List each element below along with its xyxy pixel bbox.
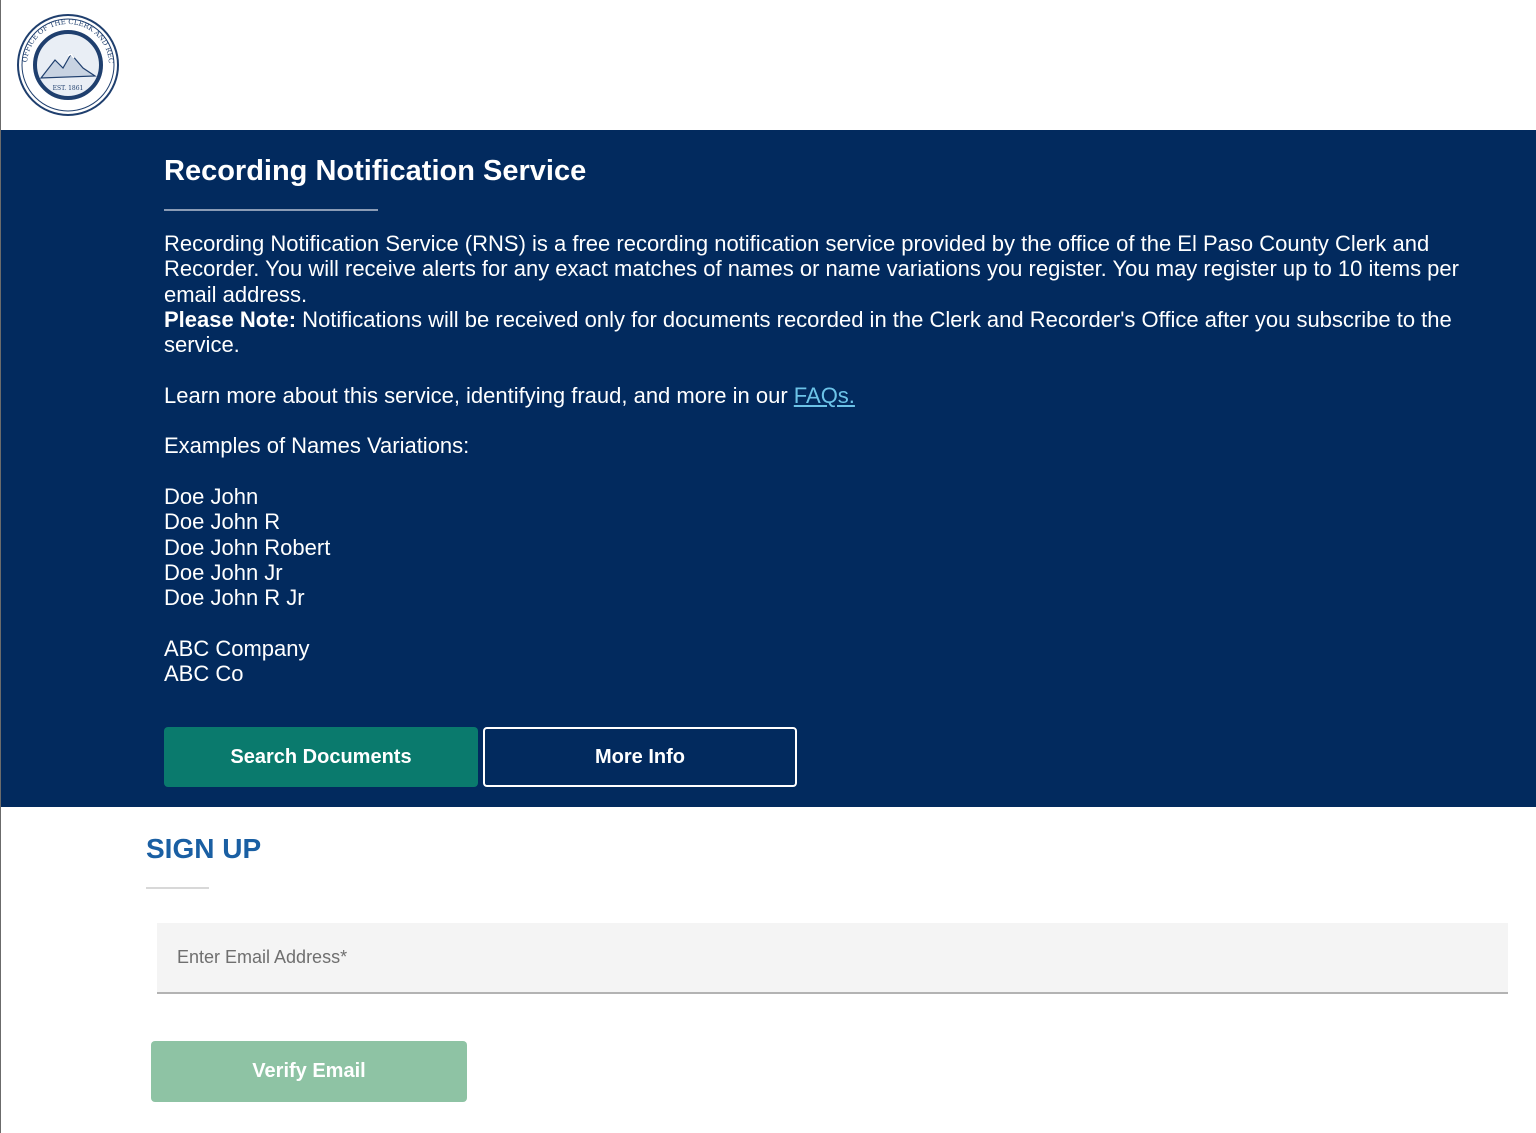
- company-example: ABC Co: [164, 661, 244, 687]
- title-divider: [164, 209, 378, 211]
- note-label: Please Note:: [164, 306, 297, 332]
- company-example: ABC Company: [164, 635, 310, 661]
- note-paragraph: Please Note: Notifications will be recei…: [164, 307, 1494, 358]
- hero-section: Recording Notification Service Recording…: [1, 130, 1536, 807]
- name-example: Doe John R: [164, 509, 281, 535]
- examples-heading: Examples of Names Variations:: [164, 433, 470, 459]
- signup-title: SIGN UP: [146, 833, 262, 864]
- faq-link[interactable]: FAQs.: [794, 383, 855, 408]
- header: OFFICE OF THE CLERK AND RECORDER EST. 18…: [1, 0, 1536, 130]
- name-example: Doe John Robert: [164, 534, 331, 560]
- hero-description: Recording Notification Service (RNS) is …: [164, 231, 1494, 686]
- name-example: Doe John R Jr: [164, 585, 305, 611]
- learn-more-text: Learn more about this service, identifyi…: [164, 382, 794, 408]
- search-documents-button[interactable]: Search Documents: [164, 727, 478, 787]
- name-example: Doe John: [164, 483, 259, 509]
- page: OFFICE OF THE CLERK AND RECORDER EST. 18…: [0, 0, 1536, 1133]
- verify-email-button[interactable]: Verify Email: [151, 1041, 467, 1102]
- email-field[interactable]: [157, 923, 1508, 994]
- note-text: Notifications will be received only for …: [164, 306, 1452, 358]
- more-info-button[interactable]: More Info: [483, 727, 797, 787]
- signup-divider: [146, 887, 209, 889]
- learn-more-paragraph: Learn more about this service, identifyi…: [164, 383, 1494, 408]
- seal-est-text: EST. 1861: [53, 85, 84, 92]
- intro-paragraph: Recording Notification Service (RNS) is …: [164, 231, 1459, 307]
- name-example: Doe John Jr: [164, 559, 283, 585]
- county-seal-icon: OFFICE OF THE CLERK AND RECORDER EST. 18…: [11, 10, 119, 116]
- page-title: Recording Notification Service: [164, 155, 587, 187]
